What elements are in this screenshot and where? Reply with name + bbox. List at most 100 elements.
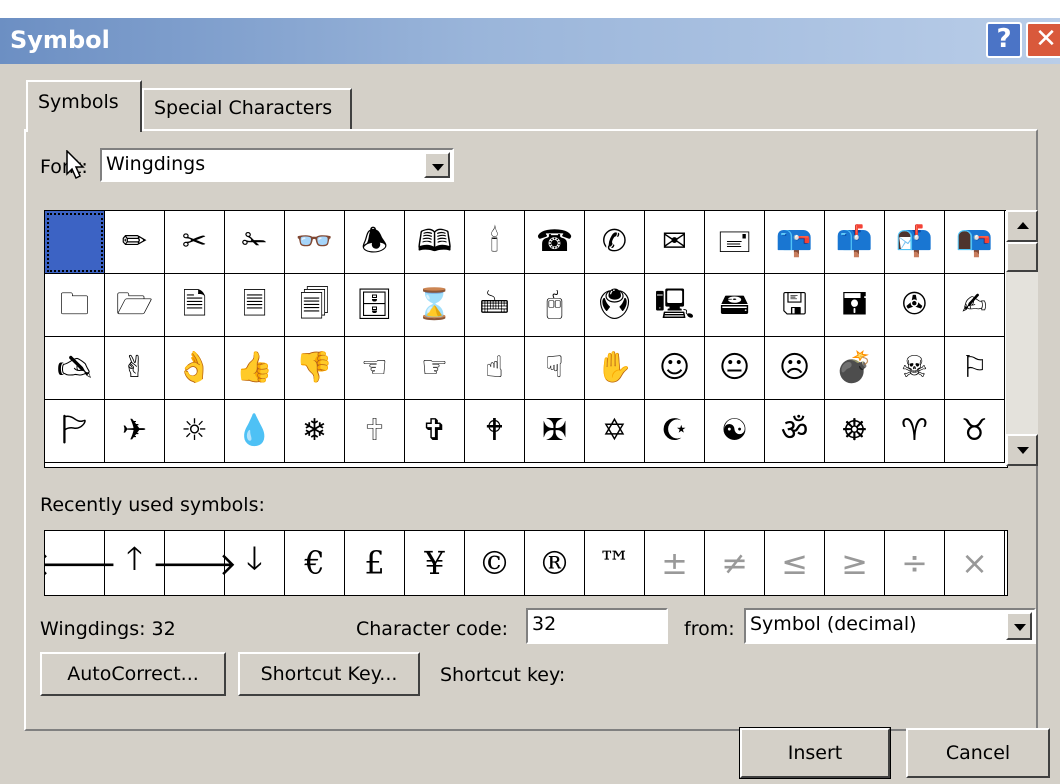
symbol-cell[interactable]: ☯ <box>705 400 765 463</box>
symbol-cell[interactable]: 🖃 <box>705 211 765 274</box>
scroll-up-button[interactable] <box>1006 210 1038 242</box>
recent-symbol-cell[interactable]: ≠ <box>705 531 765 595</box>
symbol-cell[interactable]: ☜ <box>345 337 405 400</box>
symbol-cell[interactable]: ♉ <box>945 400 1005 463</box>
symbol-cell[interactable]: ✌ <box>105 337 165 400</box>
grid-scrollbar[interactable] <box>1006 210 1038 466</box>
symbol-cell[interactable]: 🗀 <box>45 274 105 337</box>
font-select[interactable]: Wingdings <box>100 148 454 182</box>
symbol-cell[interactable]: ♈ <box>885 400 945 463</box>
symbol-cell[interactable]: ☪ <box>645 400 705 463</box>
symbol-cell[interactable]: ✋ <box>585 337 645 400</box>
recent-symbol-cell[interactable]: ¥ <box>405 531 465 595</box>
symbol-cell[interactable]: 🖎 <box>45 337 105 400</box>
symbol-cell[interactable]: ✞ <box>405 400 465 463</box>
symbol-cell[interactable]: ☎ <box>525 211 585 274</box>
symbol-cell[interactable]: 🕆 <box>345 400 405 463</box>
symbol-cell[interactable] <box>45 211 105 274</box>
symbol-cell[interactable]: ✏ <box>105 211 165 274</box>
symbol-cell[interactable]: ☞ <box>405 337 465 400</box>
symbol-cell[interactable]: 🕯 <box>465 211 525 274</box>
symbol-cell[interactable]: 🖫 <box>765 274 825 337</box>
symbol-cell[interactable]: 🗄 <box>345 274 405 337</box>
symbol-cell[interactable]: 📪 <box>765 211 825 274</box>
symbol-cell[interactable]: 🖬 <box>825 274 885 337</box>
mouse-pointer-icon <box>66 150 85 180</box>
recent-symbol-cell[interactable]: ± <box>645 531 705 595</box>
symbol-cell[interactable]: ✂ <box>165 211 225 274</box>
recent-symbol-cell[interactable]: ≤ <box>765 531 825 595</box>
symbol-cell[interactable]: 🕈 <box>465 400 525 463</box>
symbol-cell[interactable]: 🕮 <box>405 211 465 274</box>
symbol-cell[interactable]: ⚐ <box>945 337 1005 400</box>
from-select-value: Symbol (decimal) <box>750 613 917 635</box>
shortcut-key-button[interactable]: Shortcut Key... <box>238 652 420 696</box>
symbol-cell[interactable]: 👌 <box>165 337 225 400</box>
symbol-cell[interactable]: ☸ <box>825 400 885 463</box>
symbol-cell[interactable]: ☝ <box>465 337 525 400</box>
scroll-down-button[interactable] <box>1006 434 1038 466</box>
symbol-cell[interactable]: ✡ <box>585 400 645 463</box>
recent-symbol-cell[interactable]: © <box>465 531 525 595</box>
symbol-cell[interactable]: ॐ <box>765 400 825 463</box>
symbol-cell[interactable]: 📭 <box>945 211 1005 274</box>
recent-symbol-cell[interactable]: 🡐 <box>45 531 117 595</box>
recent-symbol-cell[interactable]: ≥ <box>825 531 885 595</box>
symbol-cell[interactable]: 💧 <box>225 400 285 463</box>
symbol-cell[interactable]: 🗏 <box>225 274 285 337</box>
symbol-cell[interactable]: 💣 <box>825 337 885 400</box>
symbol-cell[interactable]: 👎 <box>285 337 345 400</box>
symbol-cell[interactable]: 🗁 <box>105 274 165 337</box>
help-button[interactable]: ? <box>986 22 1022 58</box>
recent-symbol-cell[interactable]: € <box>285 531 345 595</box>
insert-button[interactable]: Insert <box>739 727 891 779</box>
symbol-cell[interactable]: ✈ <box>105 400 165 463</box>
symbol-cell[interactable]: ☺ <box>645 337 705 400</box>
symbol-cell[interactable]: ☼ <box>165 400 225 463</box>
symbol-cell[interactable]: ☠ <box>885 337 945 400</box>
symbol-cell[interactable]: ✇ <box>885 274 945 337</box>
symbol-cell[interactable]: ⌛ <box>405 274 465 337</box>
recent-symbol-cell[interactable]: ÷ <box>885 531 945 595</box>
symbol-cell[interactable]: ✆ <box>585 211 645 274</box>
recent-symbol-cell[interactable]: 🡓 <box>225 531 285 595</box>
character-code-input[interactable]: 32 <box>526 608 668 644</box>
symbol-cell[interactable]: ☹ <box>765 337 825 400</box>
cancel-button[interactable]: Cancel <box>906 728 1050 778</box>
symbol-cell[interactable]: 🖴 <box>705 274 765 337</box>
symbol-cell[interactable]: 🗐 <box>285 274 345 337</box>
symbol-cell[interactable]: ✉ <box>645 211 705 274</box>
close-button[interactable]: ✕ <box>1026 22 1060 58</box>
symbol-cell[interactable]: 🏱 <box>45 400 105 463</box>
recent-symbol-cell[interactable]: ® <box>525 531 585 595</box>
symbol-cell[interactable]: 😐 <box>705 337 765 400</box>
symbol-cell[interactable]: 🖲 <box>585 274 645 337</box>
tab-special-characters[interactable]: Special Characters <box>142 88 352 130</box>
chevron-down-icon[interactable] <box>424 152 450 178</box>
recent-symbol-cell[interactable]: £ <box>345 531 405 595</box>
symbol-cell[interactable]: 👍 <box>225 337 285 400</box>
symbol-cell[interactable]: ✍ <box>945 274 1005 337</box>
chevron-down-icon[interactable] <box>1006 612 1032 640</box>
symbol-cell[interactable]: 🖮 <box>465 274 525 337</box>
symbol-cell[interactable]: ✁ <box>225 211 285 274</box>
recent-symbol-cell[interactable]: 🡒 <box>152 531 237 595</box>
symbol-cell[interactable]: ☟ <box>525 337 585 400</box>
symbol-cell[interactable]: 📬 <box>885 211 945 274</box>
from-select[interactable]: Symbol (decimal) <box>744 608 1036 644</box>
symbol-cell[interactable]: ❄ <box>285 400 345 463</box>
symbol-cell[interactable]: 🖰 <box>525 274 585 337</box>
shortcut-key-button-label: Shortcut Key... <box>260 663 398 685</box>
recent-symbol-cell[interactable]: × <box>945 531 1005 595</box>
scroll-thumb[interactable] <box>1006 242 1038 272</box>
symbol-cell[interactable]: 🗎 <box>165 274 225 337</box>
symbol-cell[interactable]: ✠ <box>525 400 585 463</box>
symbol-cell[interactable]: 📫 <box>825 211 885 274</box>
symbol-cell[interactable]: 🕭 <box>345 211 405 274</box>
title-bar[interactable]: Symbol ? ✕ <box>0 18 1060 64</box>
autocorrect-button[interactable]: AutoCorrect... <box>40 652 226 696</box>
tab-symbols[interactable]: Symbols <box>26 80 142 132</box>
recent-symbol-cell[interactable]: ™ <box>585 531 645 595</box>
symbol-cell[interactable]: 🖳 <box>645 274 705 337</box>
symbol-cell[interactable]: 👓 <box>285 211 345 274</box>
